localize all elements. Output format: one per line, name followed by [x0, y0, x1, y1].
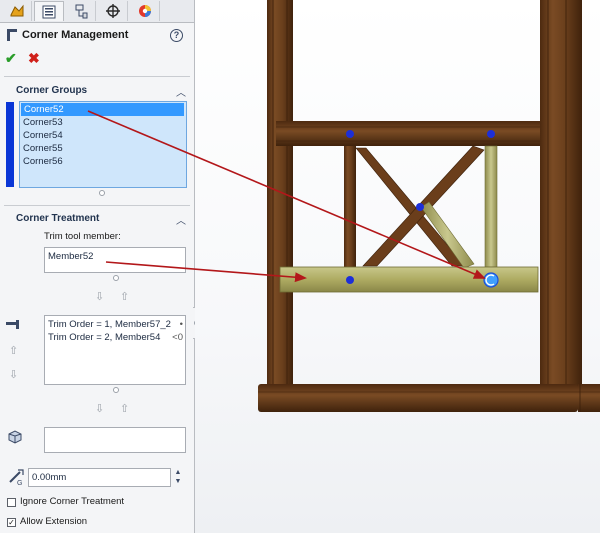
list-item[interactable]: Trim Order = 1, Member57_2 •: [45, 318, 185, 331]
gap-distance-value: 0.00mm: [32, 472, 67, 483]
gap-distance-input[interactable]: 0.00mm: [28, 468, 171, 487]
move-down-icon[interactable]: ⇩: [95, 402, 104, 415]
trim-order-text: Trim Order = 2, Member54: [48, 332, 161, 343]
trim-tool-member[interactable]: [279, 266, 539, 293]
property-manager-panel: Corner Management ? ✔ ✖ Corner Groups ︿ …: [0, 0, 195, 533]
trim-order-text: Trim Order = 1, Member57_2: [48, 319, 171, 330]
trim-order-suffix: <0: [172, 332, 183, 343]
collapse-corner-treatment-icon[interactable]: ︿: [176, 212, 186, 227]
allow-extension-checkbox[interactable]: ✓: [7, 518, 16, 527]
gap-spinner[interactable]: ▲ ▼: [173, 468, 183, 487]
allow-extension-label[interactable]: Allow Extension: [20, 516, 87, 527]
ignore-corner-treatment-checkbox[interactable]: [7, 498, 16, 507]
list-item[interactable]: Corner52: [21, 103, 184, 116]
trim-tool-label: Trim tool member:: [44, 231, 121, 242]
frame-model-drawing: [258, 0, 600, 412]
right-post[interactable]: [540, 0, 582, 390]
tab-configuration-manager[interactable]: [66, 1, 96, 21]
ok-button[interactable]: ✔: [5, 50, 17, 67]
corner-groups-list[interactable]: Corner52 Corner53 Corner54 Corner55 Corn…: [19, 101, 187, 188]
graphics-viewport[interactable]: [195, 0, 600, 533]
selection-color-swatch: [6, 102, 14, 187]
list-item[interactable]: Trim Order = 2, Member54 <0: [45, 331, 185, 344]
corner-groups-heading: Corner Groups: [16, 85, 88, 96]
left-stud[interactable]: [344, 146, 356, 267]
order-up-icon[interactable]: ⇧: [9, 344, 18, 357]
help-icon[interactable]: ?: [170, 29, 183, 42]
list-item[interactable]: Corner53: [20, 116, 186, 129]
tab-display-manager[interactable]: [130, 1, 160, 21]
move-up-icon[interactable]: ⇧: [120, 402, 129, 415]
resize-handle[interactable]: [113, 387, 119, 393]
gap-icon: G: [7, 468, 25, 489]
corner-point-marker[interactable]: [346, 276, 354, 284]
corner-point-marker[interactable]: [416, 203, 424, 211]
trim-order-suffix: •: [179, 319, 183, 330]
tab-dimxpert-manager[interactable]: [98, 1, 128, 21]
tab-feature-manager[interactable]: [2, 1, 32, 21]
trim-tool-field[interactable]: Member52: [44, 247, 186, 273]
manager-tabs: [0, 0, 194, 23]
corner-management-icon: [6, 28, 18, 45]
corner-treatment-heading: Corner Treatment: [16, 213, 100, 224]
ignore-corner-treatment-label[interactable]: Ignore Corner Treatment: [20, 496, 124, 507]
trim-tool-value: Member52: [48, 251, 94, 262]
tab-property-manager[interactable]: [34, 1, 64, 21]
trim-order-icon: [6, 320, 22, 333]
corner-point-marker[interactable]: [346, 130, 354, 138]
corner-point-marker[interactable]: [487, 130, 495, 138]
property-manager-icon: [42, 5, 56, 18]
list-item[interactable]: Corner56: [20, 155, 186, 168]
configuration-manager-icon: [75, 4, 87, 19]
resize-handle[interactable]: [99, 190, 105, 196]
collapse-corner-groups-icon[interactable]: ︿: [176, 84, 186, 99]
dimxpert-icon: [105, 4, 120, 18]
resize-handle[interactable]: [113, 275, 119, 281]
move-down-icon[interactable]: ⇩: [95, 290, 104, 303]
svg-text:G: G: [17, 480, 22, 486]
feature-manager-icon: [10, 4, 23, 17]
display-manager-icon: [138, 5, 151, 17]
highlighted-vertical-member[interactable]: [484, 145, 498, 268]
move-up-icon[interactable]: ⇧: [120, 290, 129, 303]
order-down-icon[interactable]: ⇩: [9, 368, 18, 381]
bodies-icon: [7, 428, 23, 447]
diagonal-brace-1[interactable]: [355, 147, 466, 267]
panel-title: Corner Management: [22, 29, 129, 41]
divider: [4, 205, 190, 206]
left-post[interactable]: [267, 0, 293, 390]
base-plate[interactable]: [258, 384, 578, 412]
top-beam[interactable]: [276, 121, 540, 146]
list-item[interactable]: Corner55: [20, 142, 186, 155]
list-item[interactable]: Corner54: [20, 129, 186, 142]
bodies-field[interactable]: [44, 427, 186, 453]
divider: [4, 76, 190, 77]
trim-order-list[interactable]: Trim Order = 1, Member57_2 • Trim Order …: [44, 315, 186, 385]
cancel-button[interactable]: ✖: [28, 50, 40, 67]
